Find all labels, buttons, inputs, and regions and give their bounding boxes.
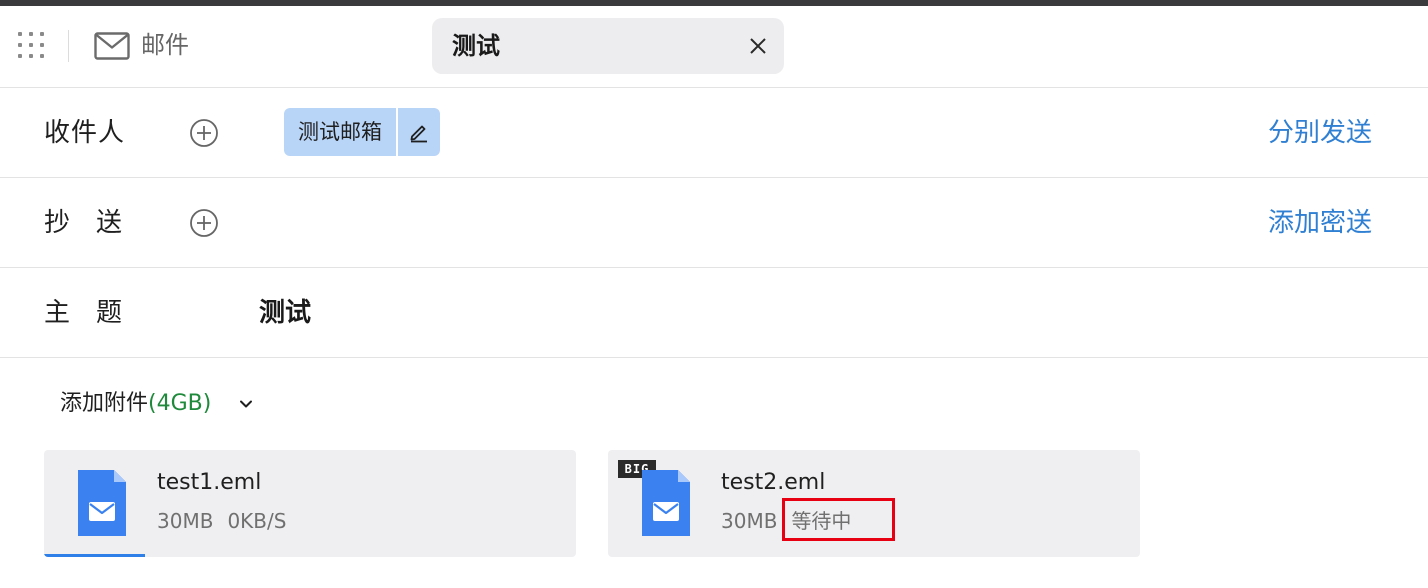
header-divider (68, 30, 69, 62)
header-bar: 邮件 测试 (0, 6, 1428, 88)
recipients-row: 收件人 测试邮箱 分别发送 (0, 88, 1428, 178)
plus-circle-icon[interactable] (189, 118, 219, 148)
attachment-card[interactable]: test1.eml 30MB 0KB/S (44, 450, 576, 557)
recipient-edit-button[interactable] (398, 108, 440, 156)
recipients-label: 收件人 (44, 118, 126, 148)
attachment-name: test2.eml (721, 470, 826, 495)
mail-icon (94, 32, 130, 60)
attachment-meta: 30MB 0KB/S (157, 506, 286, 536)
attachment-quota: (4GB) (148, 391, 212, 416)
subject-label: 主题 (44, 298, 149, 328)
attachment-card[interactable]: BIG test2.eml 30MB 等待中 (608, 450, 1140, 557)
pencil-icon (410, 125, 427, 143)
add-bcc-link[interactable]: 添加密送 (1268, 205, 1372, 241)
app-name: 邮件 (141, 31, 189, 59)
attachment-status: 0KB/S (227, 509, 287, 533)
grid-icon[interactable] (18, 32, 46, 60)
mail-file-icon (78, 470, 126, 536)
subject-row: 主题 测试 (0, 268, 1428, 358)
plus-circle-icon[interactable] (189, 208, 219, 238)
attachment-size: 30MB (157, 509, 214, 533)
cc-label: 抄送 (44, 208, 149, 238)
close-icon[interactable] (746, 34, 770, 58)
subject-input[interactable]: 测试 (259, 295, 311, 331)
attachment-name: test1.eml (157, 470, 262, 495)
upload-progress-bar (44, 554, 146, 557)
cc-row: 抄送 添加密送 (0, 178, 1428, 268)
tab-compose[interactable]: 测试 (432, 18, 784, 74)
chevron-down-icon[interactable] (237, 395, 255, 413)
tab-title: 测试 (452, 32, 500, 60)
status-highlight-box (782, 498, 895, 541)
attachment-label: 添加附件 (60, 391, 149, 416)
attachment-size: 30MB (721, 509, 778, 533)
recipient-chip: 测试邮箱 (284, 108, 440, 156)
add-attachment-button[interactable]: 添加附件 (4GB) (60, 384, 255, 424)
mail-file-icon (642, 470, 690, 536)
send-separately-link[interactable]: 分别发送 (1268, 115, 1372, 151)
recipient-chip-label[interactable]: 测试邮箱 (284, 108, 396, 156)
